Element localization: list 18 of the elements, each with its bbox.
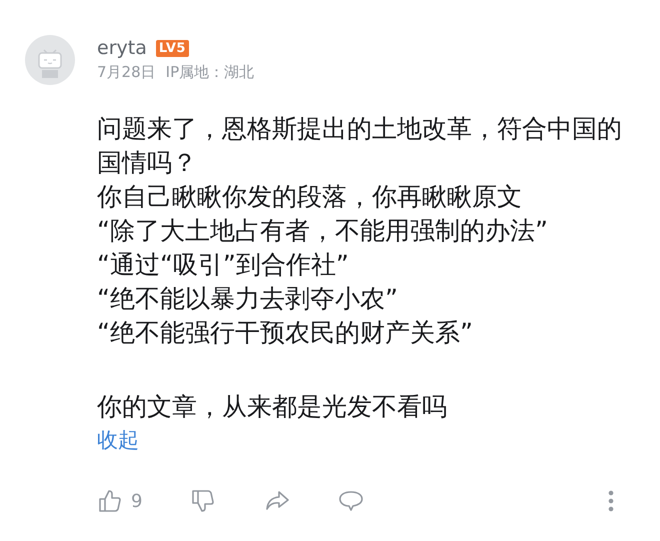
username[interactable]: eryta [97, 37, 147, 59]
more-icon[interactable] [608, 490, 614, 512]
comment-text: “绝不能强行干预农民的财产关系” [97, 317, 474, 349]
collapse-link[interactable]: 收起 [97, 426, 139, 454]
avatar-icon[interactable] [25, 35, 75, 85]
ip-location: IP属地：湖北 [166, 63, 254, 82]
comment-text: “除了大土地占有者，不能用强制的办法” [97, 215, 549, 247]
comment-text: “通过“吸引”到合作社” [97, 249, 350, 281]
comment-text: “绝不能以暴力去剥夺小农” [97, 283, 399, 315]
like-count: 9 [131, 490, 142, 512]
comment-icon[interactable] [338, 488, 364, 514]
thumbs-up-icon[interactable] [97, 488, 123, 514]
thumbs-down-icon[interactable] [190, 488, 216, 514]
comment-text: 你自己瞅瞅你发的段落，你再瞅瞅原文 [97, 181, 523, 213]
comment-date: 7月28日 [97, 63, 156, 82]
comment-text: 问题来了，恩格斯提出的土地改革，符合中国的国情吗？ [97, 113, 623, 179]
level-badge: LV5 [156, 40, 189, 56]
comment-text: 你的文章，从来都是光发不看吗 [97, 391, 448, 423]
